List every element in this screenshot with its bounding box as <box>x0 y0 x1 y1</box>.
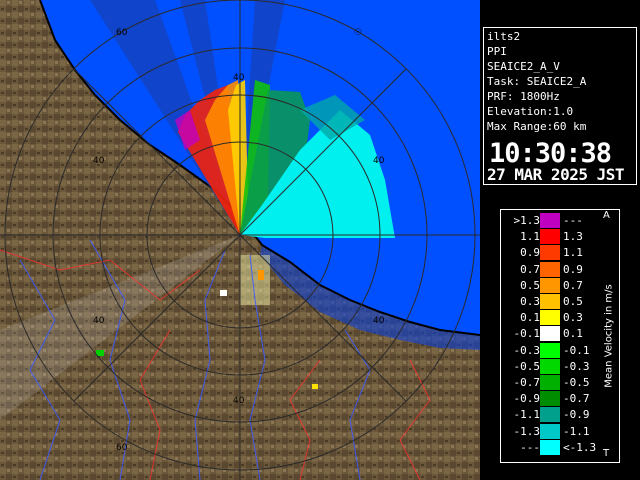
legend-high-value: <-1.3 <box>563 440 597 454</box>
legend-color-swatch <box>540 310 560 326</box>
legend-high-value: 0.7 <box>563 278 583 292</box>
legend-low-value: -0.1 <box>513 327 541 341</box>
legend-low-value: -0.7 <box>513 376 541 389</box>
legend-low-value: -1.1 <box>513 408 541 422</box>
legend-row: -0.3 -0.1 <box>501 342 601 358</box>
ring-label-lower-right: 40 <box>373 316 385 326</box>
legend-color-swatch <box>540 213 560 228</box>
legend-high-value: -1.1 <box>563 424 590 438</box>
legend-row: -0.7 -0.5 <box>501 375 601 390</box>
legend-title-text: Mean Velocity in m/s <box>603 284 615 388</box>
legend-row: 1.1 1.3 <box>501 229 601 245</box>
legend-row: 0.5 0.7 <box>501 277 601 293</box>
legend-high-value: 1.1 <box>563 246 583 260</box>
legend-color-swatch <box>540 326 560 342</box>
legend-color-swatch <box>540 375 560 390</box>
legend-row: -0.5 -0.3 <box>501 358 601 374</box>
sidebar-panel: ilts2 PPI SEAICE2_A_V Task: SEAICE2_A PR… <box>480 0 640 480</box>
legend-low-value: >1.3 <box>513 214 541 227</box>
elevation-value: Elevation:1.0 <box>487 105 574 118</box>
legend-bottom-mark: T <box>603 448 610 459</box>
legend-low-value: 0.5 <box>520 278 540 292</box>
legend-low-value: --- <box>520 440 540 454</box>
radar-map-canvas: 40 40 40 40 40 40 60 60 ☉ <box>0 0 480 480</box>
legend-color-swatch <box>540 342 560 358</box>
legend-low-value: -0.9 <box>513 392 541 406</box>
legend-high-value: -0.3 <box>563 359 590 373</box>
legend-row: 0.1 0.3 <box>501 310 601 326</box>
legend-row: --- <-1.3 <box>501 439 601 455</box>
radar-name: ilts2 <box>487 30 521 43</box>
legend-row: >1.3 --- <box>501 213 601 228</box>
legend-color-swatch <box>540 391 560 407</box>
legend-high-value: 0.3 <box>563 311 583 325</box>
legend-low-value: -0.3 <box>513 343 541 357</box>
legend-row: 0.3 0.5 <box>501 294 601 309</box>
scan-date: 27 MAR 2025 JST <box>487 165 625 184</box>
legend-color-swatch <box>540 229 560 245</box>
legend-high-value: 0.9 <box>563 262 583 276</box>
legend-title: Mean Velocity in m/s <box>598 210 620 462</box>
velocity-legend: >1.3 --- 1.1 1.3 0.9 1.1 0.7 0.9 0.5 0.7 0.3 0.5 0.1… <box>500 209 620 463</box>
legend-high-value: --- <box>563 214 583 227</box>
prf-value: PRF: 1800Hz <box>487 90 560 103</box>
legend-row: -0.1 0.1 <box>501 326 601 342</box>
scan-info-panel: ilts2 PPI SEAICE2_A_V Task: SEAICE2_A PR… <box>483 27 637 185</box>
legend-high-value: 0.1 <box>563 327 583 341</box>
ring-label-top: 40 <box>233 73 245 83</box>
legend-color-swatch <box>540 277 560 293</box>
ring-label-lower-left: 40 <box>93 316 105 326</box>
ring-label-left: 40 <box>93 156 105 166</box>
ring-label-right: 40 <box>373 156 385 166</box>
task-name: Task: SEAICE2_A <box>487 75 587 88</box>
legend-low-value: 1.1 <box>520 230 540 244</box>
ring-label-60-upper-right: ☉ <box>354 28 362 38</box>
legend-high-value: -0.5 <box>563 376 590 389</box>
ring-label-bottom: 40 <box>233 396 245 406</box>
legend-top-mark: A <box>603 210 610 221</box>
legend-high-value: 1.3 <box>563 230 583 244</box>
legend-color-swatch <box>540 358 560 374</box>
legend-row: -0.9 -0.7 <box>501 391 601 407</box>
legend-row: -1.1 -0.9 <box>501 407 601 423</box>
radar-ppi-map[interactable]: 40 40 40 40 40 40 60 60 ☉ <box>0 0 480 480</box>
legend-low-value: 0.9 <box>520 246 540 260</box>
legend-low-value: 0.1 <box>520 311 540 325</box>
legend-high-value: -0.9 <box>563 408 590 422</box>
product-type: PPI <box>487 45 507 58</box>
ring-label-60-lower-left: 60 <box>116 443 128 453</box>
legend-color-swatch <box>540 407 560 423</box>
legend-high-value: -0.7 <box>563 392 590 406</box>
legend-low-value: 0.7 <box>520 262 540 276</box>
legend-low-value: -1.3 <box>513 424 541 438</box>
legend-low-value: 0.3 <box>520 295 540 308</box>
legend-color-swatch <box>540 423 560 439</box>
legend-color-swatch <box>540 439 560 455</box>
legend-color-swatch <box>540 261 560 277</box>
ring-label-60-upper-left: 60 <box>116 28 128 38</box>
product-name: SEAICE2_A_V <box>487 60 560 73</box>
max-range-value: Max Range:60 km <box>487 120 587 133</box>
legend-color-swatch <box>540 245 560 261</box>
legend-color-swatch <box>540 294 560 309</box>
legend-row: -1.3 -1.1 <box>501 423 601 439</box>
legend-high-value: -0.1 <box>563 343 590 357</box>
legend-row: 0.7 0.9 <box>501 261 601 277</box>
legend-row: 0.9 1.1 <box>501 245 601 261</box>
legend-low-value: -0.5 <box>513 359 541 373</box>
legend-high-value: 0.5 <box>563 295 583 308</box>
